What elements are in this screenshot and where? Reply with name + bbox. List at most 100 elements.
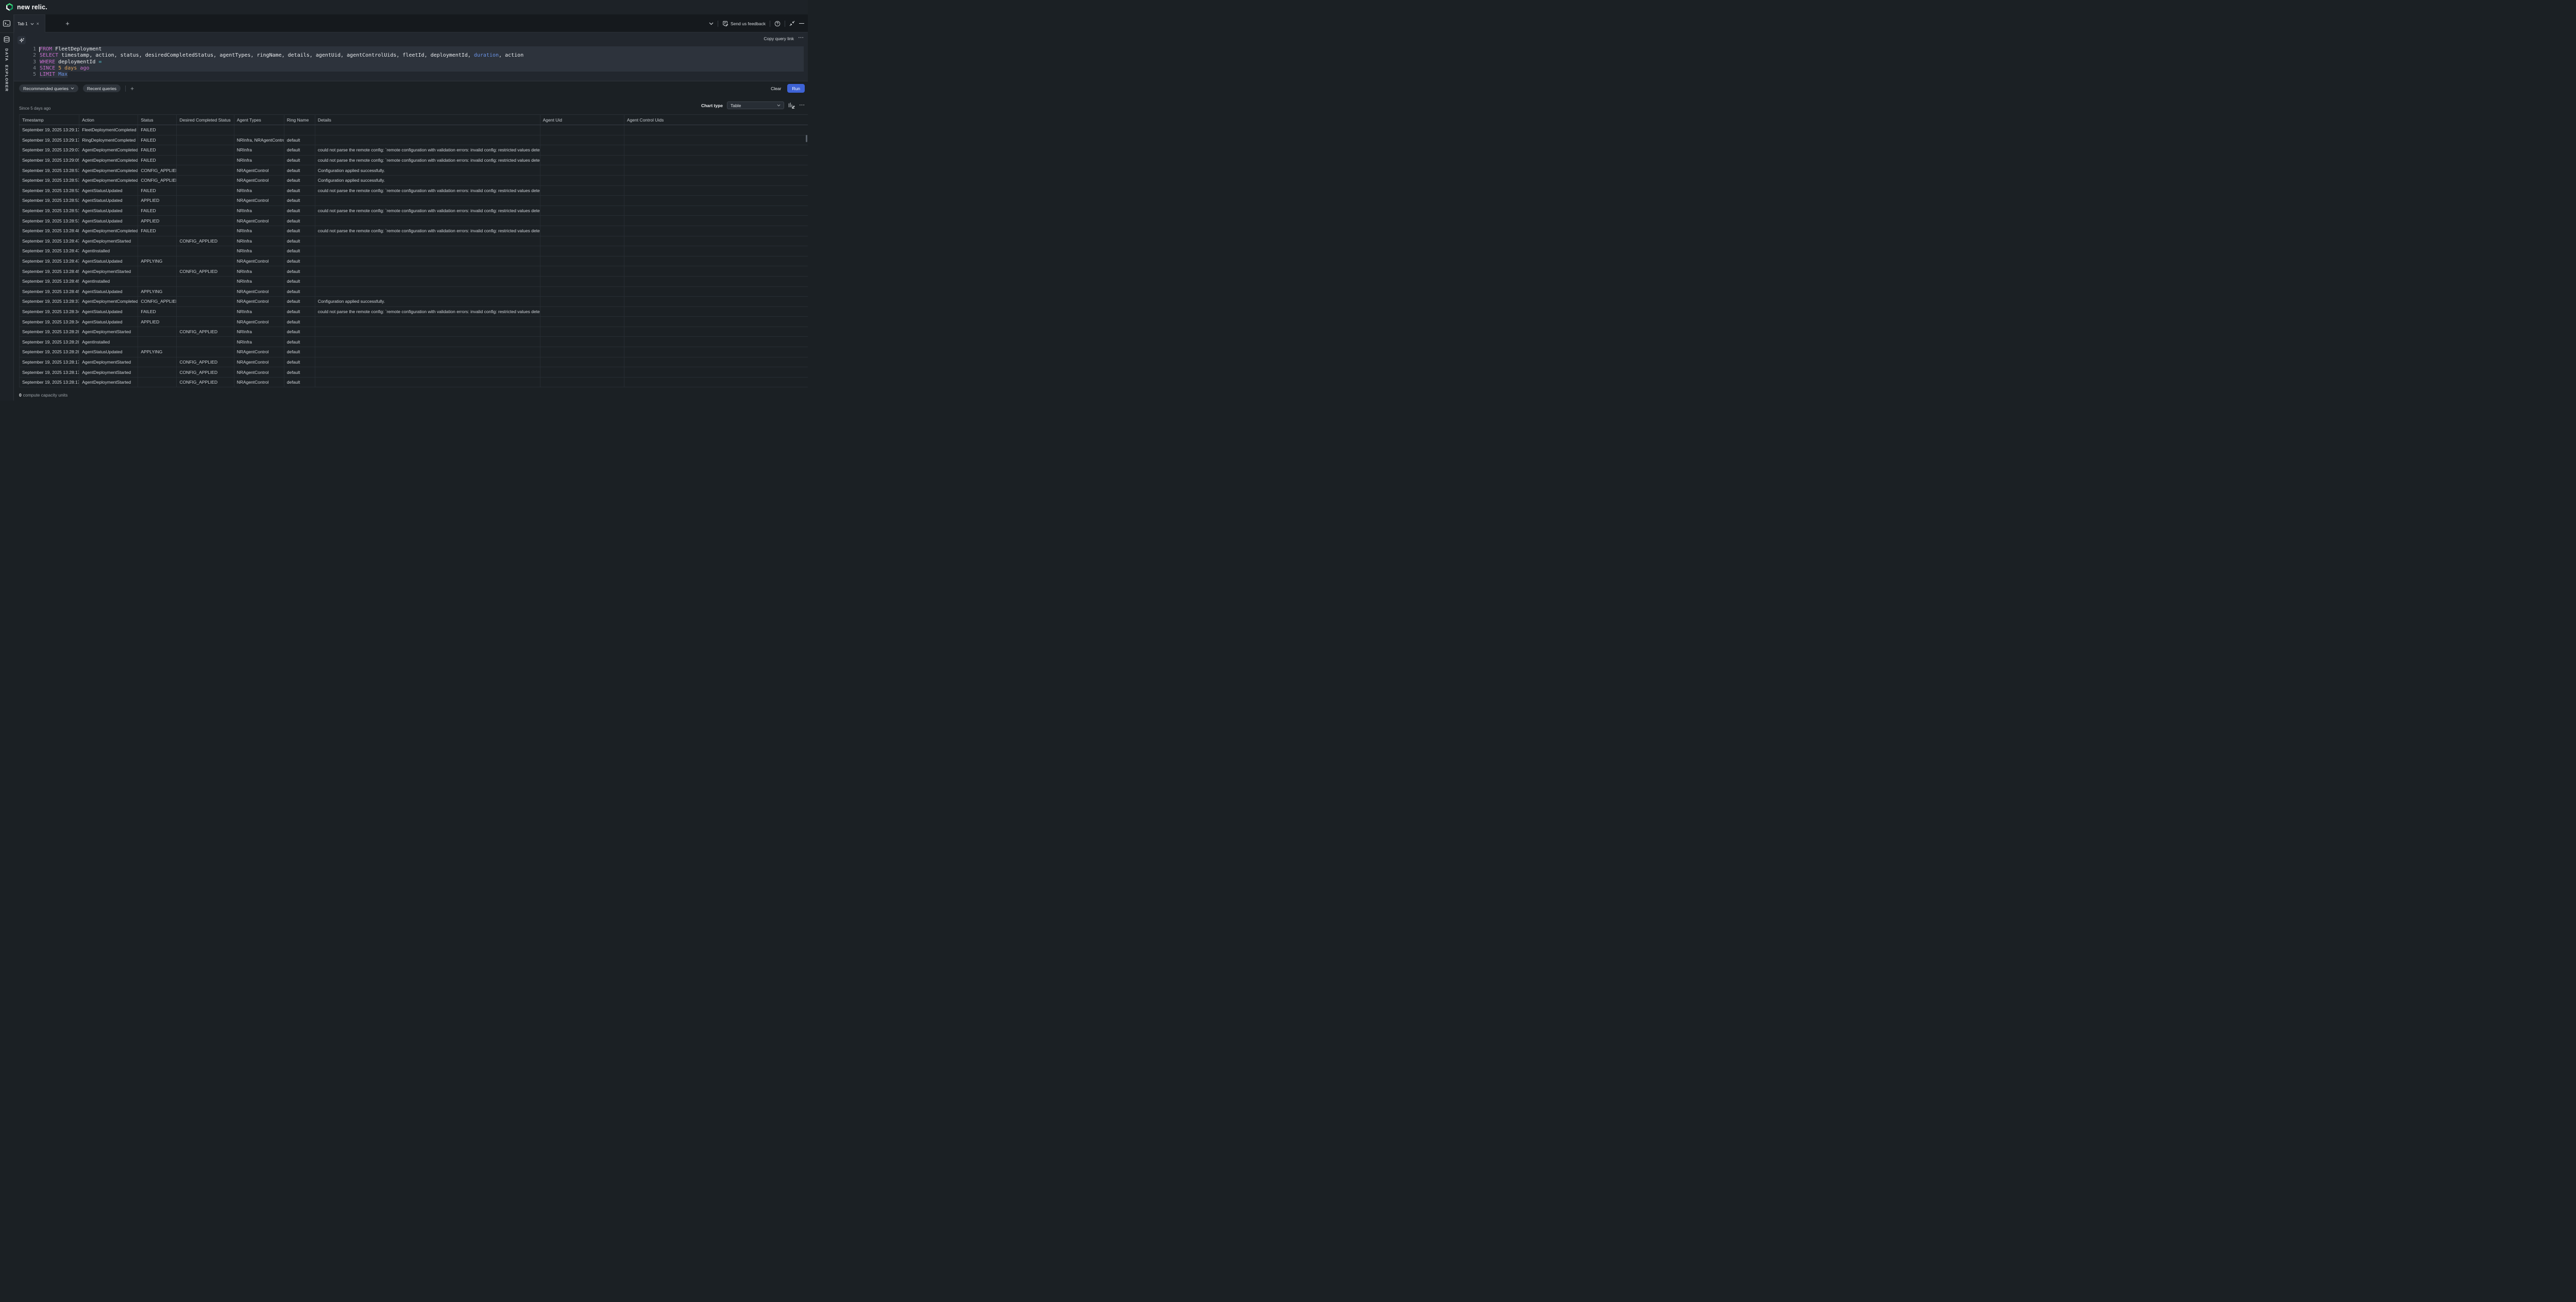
clear-button[interactable]: Clear: [771, 86, 781, 91]
table-row[interactable]: September 19, 2025 13:28:28AgentDeployme…: [20, 327, 808, 337]
column-header[interactable]: Details: [315, 115, 540, 125]
table-row[interactable]: September 19, 2025 13:28:53AgentStatusUp…: [20, 196, 808, 206]
collapse-window-icon[interactable]: [789, 21, 795, 26]
table-row[interactable]: September 19, 2025 13:28:57AgentDeployme…: [20, 175, 808, 185]
table-cell: [540, 145, 624, 156]
chevron-down-icon: [71, 87, 74, 90]
table-cell: [624, 306, 808, 317]
code-line[interactable]: 1FROM FleetDeployment: [14, 46, 804, 53]
code-text: LIMIT Max: [40, 72, 67, 78]
table-cell: September 19, 2025 13:28:47: [20, 236, 79, 246]
column-header[interactable]: Desired Completed Status: [177, 115, 234, 125]
help-icon[interactable]: [774, 21, 781, 27]
table-cell: CONFIG_APPLIED: [177, 327, 234, 337]
table-cell: [177, 317, 234, 327]
brand-name: new relic.: [17, 4, 47, 11]
table-row[interactable]: September 19, 2025 13:28:48AgentDeployme…: [20, 226, 808, 236]
query-editor[interactable]: Copy query link ⋯ 1FROM FleetDeployment2…: [14, 32, 808, 81]
table-row[interactable]: September 19, 2025 13:28:47AgentStatusUp…: [20, 256, 808, 266]
tab-close-icon[interactable]: ×: [37, 22, 39, 26]
table-cell: September 19, 2025 13:28:17: [20, 367, 79, 378]
table-row[interactable]: September 19, 2025 13:29:17RingDeploymen…: [20, 135, 808, 145]
results-more-icon[interactable]: ⋯: [799, 102, 805, 108]
table-row[interactable]: September 19, 2025 13:28:17AgentDeployme…: [20, 357, 808, 367]
column-header[interactable]: Agent Control Uids: [624, 115, 808, 125]
column-header[interactable]: Agent Types: [234, 115, 284, 125]
table-cell: September 19, 2025 13:28:34: [20, 306, 79, 317]
table-row[interactable]: September 19, 2025 13:28:51AgentStatusUp…: [20, 205, 808, 216]
edit-chart-icon[interactable]: [788, 102, 795, 109]
table-cell: CONFIG_APPLIED: [177, 236, 234, 246]
column-header[interactable]: Timestamp: [20, 115, 79, 125]
table-cell: [624, 297, 808, 307]
editor-code[interactable]: 1FROM FleetDeployment2SELECT timestamp, …: [14, 46, 804, 78]
table-cell: [315, 236, 540, 246]
table-row[interactable]: September 19, 2025 13:28:45AgentInstalle…: [20, 276, 808, 286]
table-row[interactable]: September 19, 2025 13:28:17AgentDeployme…: [20, 377, 808, 387]
recommended-queries-button[interactable]: Recommended queries: [19, 84, 78, 92]
table-row[interactable]: September 19, 2025 13:28:45AgentStatusUp…: [20, 286, 808, 297]
table-cell: AgentStatusUpdated: [79, 306, 138, 317]
copy-query-link-button[interactable]: Copy query link: [764, 36, 794, 41]
table-cell: September 19, 2025 13:28:45: [20, 276, 79, 286]
table-cell: default: [284, 377, 315, 387]
new-tab-button[interactable]: +: [63, 19, 72, 27]
table-cell: default: [284, 185, 315, 196]
table-cell: APPLIED: [138, 317, 177, 327]
code-line[interactable]: 3WHERE deploymentId =: [14, 59, 804, 65]
table-row[interactable]: September 19, 2025 13:28:28AgentStatusUp…: [20, 347, 808, 357]
table-row[interactable]: September 19, 2025 13:28:51AgentStatusUp…: [20, 216, 808, 226]
code-line[interactable]: 4SINCE 5 days ago: [14, 65, 804, 72]
run-button[interactable]: Run: [787, 84, 805, 93]
database-icon[interactable]: [3, 36, 10, 43]
tab-1[interactable]: Tab 1 ×: [14, 14, 45, 33]
table-row[interactable]: September 19, 2025 13:28:17AgentDeployme…: [20, 367, 808, 378]
table-cell: [540, 226, 624, 236]
add-query-button[interactable]: +: [130, 85, 134, 92]
table-row[interactable]: September 19, 2025 13:28:47AgentDeployme…: [20, 236, 808, 246]
table-row[interactable]: September 19, 2025 13:28:57AgentDeployme…: [20, 165, 808, 176]
table-row[interactable]: September 19, 2025 13:28:45AgentDeployme…: [20, 266, 808, 277]
table-cell: September 19, 2025 13:29:05: [20, 155, 79, 165]
table-cell: NRAgentControl: [234, 175, 284, 185]
table-cell: could not parse the remote config: `remo…: [315, 306, 540, 317]
table-row[interactable]: September 19, 2025 13:28:53AgentStatusUp…: [20, 185, 808, 196]
table-row[interactable]: September 19, 2025 13:29:17FleetDeployme…: [20, 125, 808, 135]
vertical-scrollbar[interactable]: [806, 135, 807, 142]
brand: new relic.: [5, 3, 47, 11]
column-header[interactable]: Action: [79, 115, 138, 125]
column-header[interactable]: Status: [138, 115, 177, 125]
table-cell: [315, 135, 540, 145]
collapse-querybar-chevron-icon[interactable]: [709, 22, 714, 25]
table-cell: [540, 125, 624, 135]
code-token: SELECT: [40, 53, 58, 58]
table-row[interactable]: September 19, 2025 13:28:28AgentInstalle…: [20, 337, 808, 347]
tab-chevron-down-icon[interactable]: [30, 23, 34, 25]
table-row[interactable]: September 19, 2025 13:28:34AgentStatusUp…: [20, 306, 808, 317]
table-row[interactable]: September 19, 2025 13:29:07AgentDeployme…: [20, 145, 808, 156]
table-cell: [540, 327, 624, 337]
table-cell: FAILED: [138, 205, 177, 216]
table-row[interactable]: September 19, 2025 13:28:47AgentInstalle…: [20, 246, 808, 256]
table-cell: default: [284, 367, 315, 378]
code-line[interactable]: 2SELECT timestamp, action, status, desir…: [14, 53, 804, 59]
minimize-icon[interactable]: [799, 23, 804, 24]
column-header[interactable]: Agent Uid: [540, 115, 624, 125]
chart-type-select[interactable]: Table: [727, 101, 784, 109]
table-row[interactable]: September 19, 2025 13:29:05AgentDeployme…: [20, 155, 808, 165]
table-cell: NRInfra: [234, 337, 284, 347]
table-cell: RingDeploymentCompleted: [79, 135, 138, 145]
table-cell: NRAgentControl: [234, 367, 284, 378]
table-row[interactable]: September 19, 2025 13:28:34AgentStatusUp…: [20, 317, 808, 327]
code-line[interactable]: 5LIMIT Max: [14, 72, 804, 78]
ai-sparkle-button[interactable]: [18, 36, 26, 44]
send-feedback-button[interactable]: Send us feedback: [722, 21, 766, 27]
column-header[interactable]: Ring Name: [284, 115, 315, 125]
table-cell: FAILED: [138, 306, 177, 317]
editor-more-icon[interactable]: ⋯: [798, 34, 804, 41]
table-cell: default: [284, 347, 315, 357]
query-console-icon[interactable]: [3, 20, 11, 27]
table-row[interactable]: September 19, 2025 13:28:37AgentDeployme…: [20, 297, 808, 307]
line-number: 1: [14, 46, 40, 53]
recent-queries-button[interactable]: Recent queries: [83, 84, 121, 92]
